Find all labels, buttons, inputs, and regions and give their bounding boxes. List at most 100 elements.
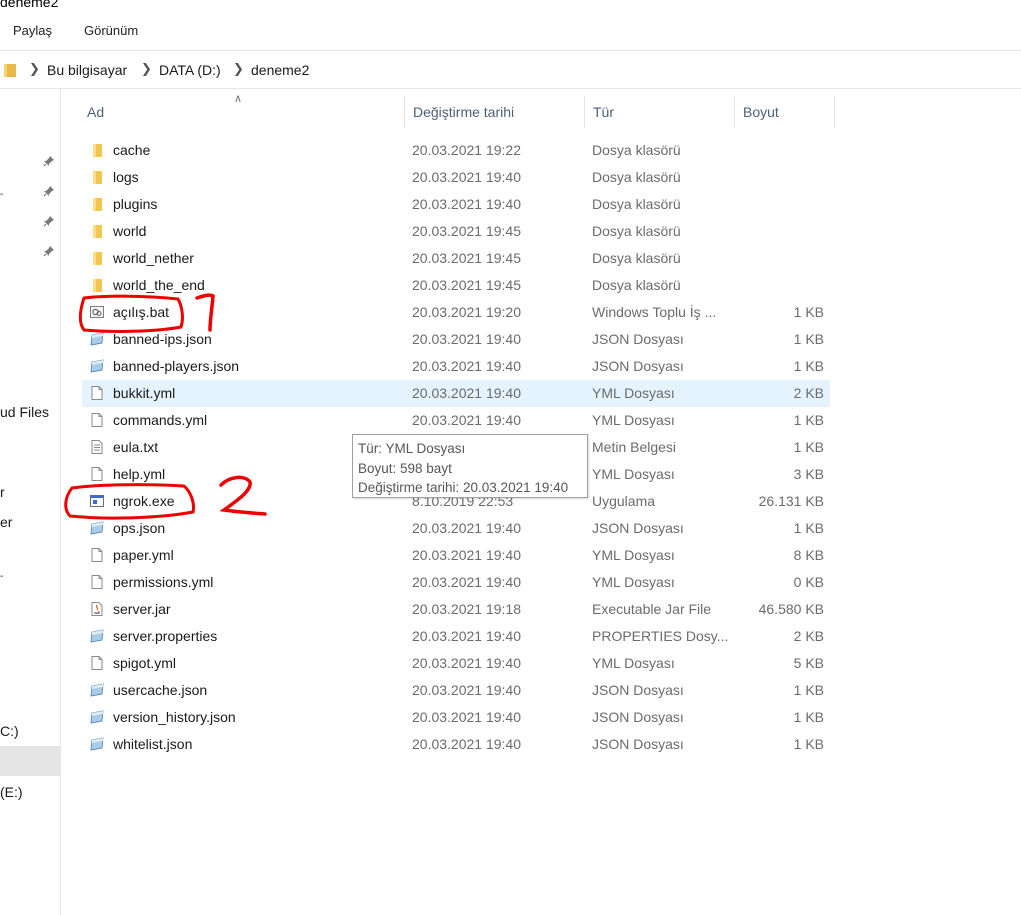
tab-paylas[interactable]: Paylaş <box>13 23 52 38</box>
file-row[interactable]: permissions.yml 20.03.2021 19:40 YML Dosya… <box>82 569 830 596</box>
file-name: commands.yml <box>113 412 208 428</box>
file-type: Metin Belgesi <box>592 439 677 455</box>
file-row[interactable]: banned-players.json 20.03.2021 19:40 JSON … <box>82 353 830 380</box>
json-file-icon <box>89 331 105 347</box>
folder-icon <box>4 64 16 77</box>
file-size: 8 KB <box>793 547 824 563</box>
column-header-size[interactable]: Boyut <box>735 96 835 128</box>
file-size: 3 KB <box>793 466 824 482</box>
file-name: world <box>113 223 147 239</box>
file-size: 1 KB <box>793 682 824 698</box>
file-row[interactable]: açılış.bat 20.03.2021 19:20 Windows Toplu … <box>82 299 830 326</box>
column-header-type[interactable]: Tür <box>585 96 735 128</box>
folder-icon <box>89 250 105 266</box>
file-row[interactable]: commands.yml 20.03.2021 19:40 YML Dosyası 1… <box>82 407 830 434</box>
file-type: JSON Dosyası <box>592 358 684 374</box>
file-type: Dosya klasörü <box>592 169 681 185</box>
file-size: 5 KB <box>793 655 824 671</box>
file-row[interactable]: whitelist.json 20.03.2021 19:40 JSON Dosya… <box>82 731 830 758</box>
json-file-icon <box>89 682 105 698</box>
chevron-right-icon[interactable]: ❯ <box>141 61 152 77</box>
file-name: bukkit.yml <box>113 385 176 401</box>
blank-file-icon <box>89 574 105 590</box>
nav-fragment: - <box>0 571 4 582</box>
folder-icon <box>89 223 105 239</box>
file-type: YML Dosyası <box>592 547 675 563</box>
file-name: world_the_end <box>113 277 205 293</box>
file-name: permissions.yml <box>113 574 214 590</box>
file-row[interactable]: server.properties 20.03.2021 19:40 PROPERT… <box>82 623 830 650</box>
file-row[interactable]: banned-ips.json 20.03.2021 19:40 JSON Dosy… <box>82 326 830 353</box>
json-file-icon <box>89 736 105 752</box>
chevron-right-icon[interactable]: ❯ <box>29 61 40 77</box>
blank-file-icon <box>89 466 105 482</box>
pin-icon[interactable] <box>43 215 55 227</box>
file-row[interactable]: server.jar 20.03.2021 19:18 Executable Jar… <box>82 596 830 623</box>
navigation-pane[interactable]: - ud Files r er - C:) (E:) <box>0 89 61 915</box>
folder-icon <box>89 277 105 293</box>
pin-icon[interactable] <box>43 155 55 167</box>
file-name: server.jar <box>113 601 171 617</box>
file-type: YML Dosyası <box>592 655 675 671</box>
column-header-date[interactable]: Değiştirme tarihi <box>405 96 585 128</box>
chevron-right-icon[interactable]: ❯ <box>233 61 244 77</box>
file-row[interactable]: world_the_end 20.03.2021 19:45 Dosya klasö… <box>82 272 830 299</box>
address-divider <box>0 88 1021 89</box>
file-type: JSON Dosyası <box>592 682 684 698</box>
nav-item-selected[interactable] <box>0 746 60 776</box>
file-row[interactable]: spigot.yml 20.03.2021 19:40 YML Dosyası 5 K… <box>82 650 830 677</box>
file-row[interactable]: usercache.json 20.03.2021 19:40 JSON Dosya… <box>82 677 830 704</box>
file-row[interactable]: paper.yml 20.03.2021 19:40 YML Dosyası 8 KB <box>82 542 830 569</box>
file-type: JSON Dosyası <box>592 331 684 347</box>
file-size: 46.580 KB <box>758 601 824 617</box>
file-row[interactable]: bukkit.yml 20.03.2021 19:40 YML Dosyası 2 K… <box>82 380 830 407</box>
file-row[interactable]: version_history.json 20.03.2021 19:40 JSON… <box>82 704 830 731</box>
file-type: Dosya klasörü <box>592 196 681 212</box>
breadcrumb-this-pc[interactable]: Bu bilgisayar <box>47 62 127 78</box>
file-row[interactable]: logs 20.03.2021 19:40 Dosya klasörü <box>82 164 830 191</box>
address-bar[interactable]: ❯ Bu bilgisayar ❯ DATA (D:) ❯ deneme2 <box>0 55 1021 85</box>
file-date: 20.03.2021 19:22 <box>412 142 521 158</box>
file-type: Dosya klasörü <box>592 250 681 266</box>
file-row[interactable]: world 20.03.2021 19:45 Dosya klasörü <box>82 218 830 245</box>
column-separator[interactable] <box>834 96 835 128</box>
nav-item-cloud-files[interactable]: ud Files <box>0 404 49 420</box>
file-size: 2 KB <box>793 628 824 644</box>
file-type: JSON Dosyası <box>592 709 684 725</box>
file-name: paper.yml <box>113 547 174 563</box>
pin-icon[interactable] <box>43 245 55 257</box>
file-row[interactable]: cache 20.03.2021 19:22 Dosya klasörü <box>82 137 830 164</box>
nav-item-drive-c[interactable]: C:) <box>0 723 19 739</box>
column-header-name[interactable]: Ad <box>79 96 405 128</box>
file-date: 20.03.2021 19:40 <box>412 628 521 644</box>
file-date: 20.03.2021 19:20 <box>412 304 521 320</box>
file-size: 1 KB <box>793 439 824 455</box>
breadcrumb-current-folder[interactable]: deneme2 <box>251 62 309 78</box>
blank-file-icon <box>89 655 105 671</box>
file-date: 20.03.2021 19:40 <box>412 736 521 752</box>
file-name: server.properties <box>113 628 218 644</box>
file-size: 1 KB <box>793 520 824 536</box>
tab-gorunum[interactable]: Görünüm <box>84 23 138 38</box>
jar-file-icon <box>89 601 105 617</box>
nav-item-partial[interactable]: er <box>0 514 12 530</box>
nav-item-partial[interactable]: r <box>0 484 5 500</box>
file-size: 1 KB <box>793 304 824 320</box>
file-row[interactable]: world_nether 20.03.2021 19:45 Dosya klasör… <box>82 245 830 272</box>
file-info-tooltip: Tür: YML Dosyası Boyut: 598 bayt Değişti… <box>352 434 588 498</box>
file-name: plugins <box>113 196 158 212</box>
file-type: YML Dosyası <box>592 466 675 482</box>
nav-item-drive-e[interactable]: (E:) <box>0 784 23 800</box>
file-date: 20.03.2021 19:40 <box>412 682 521 698</box>
pin-icon[interactable] <box>43 185 55 197</box>
file-name: world_nether <box>113 250 194 266</box>
file-row[interactable]: plugins 20.03.2021 19:40 Dosya klasörü <box>82 191 830 218</box>
breadcrumb-drive-d[interactable]: DATA (D:) <box>159 62 221 78</box>
file-date: 20.03.2021 19:40 <box>412 709 521 725</box>
file-date: 20.03.2021 19:40 <box>412 331 521 347</box>
file-row[interactable]: ops.json 20.03.2021 19:40 JSON Dosyası 1 KB <box>82 515 830 542</box>
folder-icon <box>89 196 105 212</box>
file-type: JSON Dosyası <box>592 736 684 752</box>
batch-file-icon <box>89 304 105 320</box>
blank-file-icon <box>89 412 105 428</box>
